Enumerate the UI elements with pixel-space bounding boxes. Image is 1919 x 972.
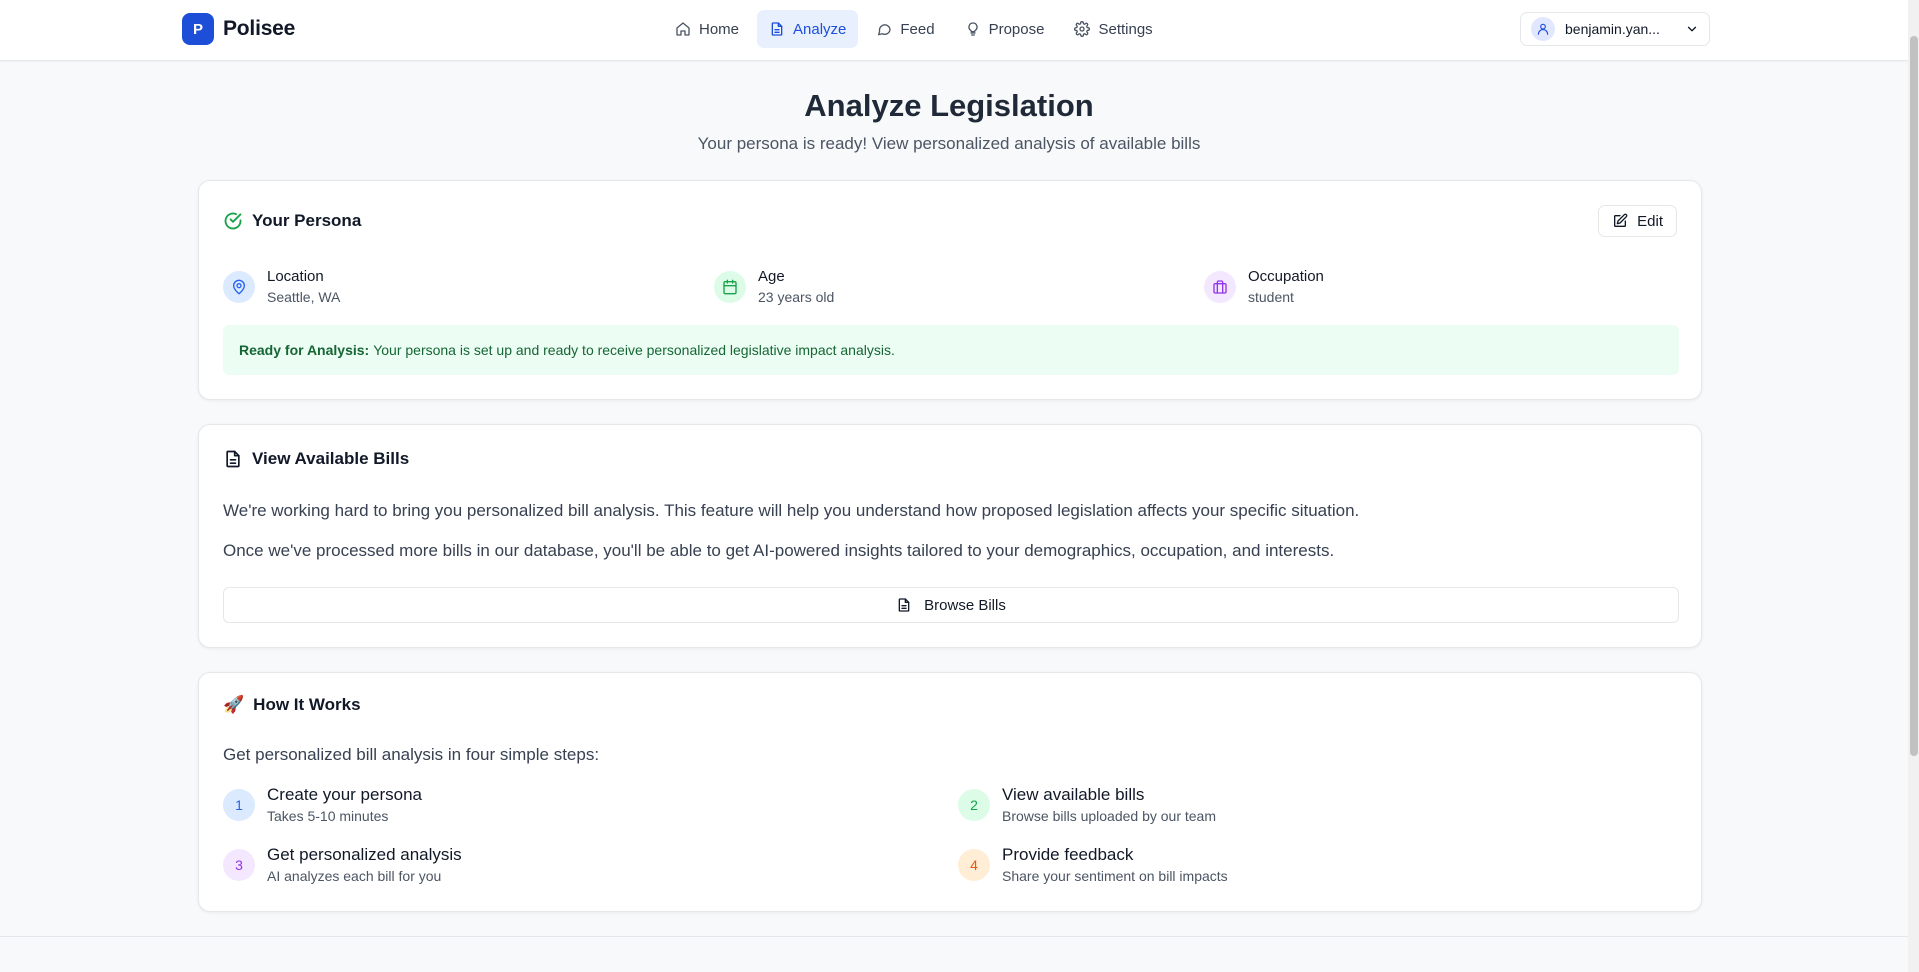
nav-label: Analyze <box>793 20 847 38</box>
lightbulb-icon <box>967 22 978 36</box>
page-title: Analyze Legislation <box>804 88 1094 123</box>
step-item: 1 Create your persona Takes 5-10 minutes <box>223 785 422 824</box>
step-title: Create your persona <box>267 785 422 804</box>
ready-label: Ready for Analysis: <box>239 342 370 358</box>
brand[interactable]: P Polisee <box>182 13 295 45</box>
message-icon <box>878 24 892 36</box>
step-item: 2 View available bills Browse bills uplo… <box>958 785 1216 824</box>
calendar-icon <box>723 279 737 294</box>
home-icon <box>676 22 690 36</box>
nav-item-settings[interactable]: Settings <box>1062 10 1164 48</box>
persona-title: Your Persona <box>252 211 362 230</box>
field-icon-wrap <box>714 270 746 303</box>
step-item: 4 Provide feedback Share your sentiment … <box>958 845 1228 884</box>
edit-label: Edit <box>1637 212 1663 230</box>
brand-logo: P <box>182 13 214 45</box>
footer-divider <box>0 936 1908 937</box>
nav-label: Propose <box>988 20 1045 38</box>
page-subtitle: Your persona is ready! View personalized… <box>697 134 1201 153</box>
nav-label: Feed <box>900 20 935 38</box>
document-icon <box>898 598 910 612</box>
step-number: 3 <box>223 849 255 881</box>
main-nav: Home Analyze Feed Propose Settings <box>663 10 1165 48</box>
bills-card: View Available Bills We're working hard … <box>198 424 1702 648</box>
step-title: Get personalized analysis <box>267 845 462 864</box>
step-desc: Browse bills uploaded by our team <box>1002 808 1217 824</box>
avatar <box>1531 17 1555 41</box>
field-value: Seattle, WA <box>267 289 341 305</box>
how-card-title: 🚀 How It Works <box>223 695 361 715</box>
how-it-works-card: 🚀 How It Works Get personalized bill ana… <box>198 672 1702 912</box>
how-title: How It Works <box>253 695 361 714</box>
bills-paragraph-2: Once we've processed more bills in our d… <box>223 541 1335 560</box>
persona-field-occupation: Occupation student <box>1204 268 1324 305</box>
top-navigation-bar: P Polisee Home Analyze Feed Propose Sett… <box>0 0 1908 61</box>
bills-paragraph-1: We're working hard to bring you personal… <box>223 501 1360 520</box>
field-value: student <box>1248 289 1294 305</box>
browse-label: Browse Bills <box>924 596 1006 614</box>
field-label: Occupation <box>1248 268 1324 285</box>
nav-label: Home <box>699 20 740 38</box>
nav-item-analyze[interactable]: Analyze <box>757 10 859 48</box>
persona-field-location: Location Seattle, WA <box>223 268 340 305</box>
bills-card-title: View Available Bills <box>223 449 409 469</box>
step-desc: Takes 5-10 minutes <box>267 808 389 824</box>
user-menu-button[interactable]: benjamin.yan... <box>1520 12 1710 46</box>
brand-name: Polisee <box>223 17 296 40</box>
chevron-down-icon <box>1687 26 1697 32</box>
nav-label: Settings <box>1098 20 1153 38</box>
user-name: benjamin.yan... <box>1565 21 1660 37</box>
step-title: Provide feedback <box>1002 845 1134 864</box>
step-number: 1 <box>223 789 255 821</box>
map-pin-icon <box>233 279 245 294</box>
step-desc: AI analyzes each bill for you <box>267 868 442 884</box>
user-icon <box>1537 23 1549 35</box>
step-item: 3 Get personalized analysis AI analyzes … <box>223 845 462 884</box>
nav-item-home[interactable]: Home <box>663 10 751 48</box>
edit-icon <box>1614 213 1628 227</box>
ready-text: Your persona is set up and ready to rece… <box>373 342 895 358</box>
step-number: 4 <box>958 849 990 881</box>
gear-icon <box>1074 21 1091 37</box>
browse-bills-button[interactable]: Browse Bills <box>223 587 1679 623</box>
check-circle-icon <box>224 212 242 230</box>
step-number: 2 <box>958 789 990 821</box>
field-icon-wrap <box>1204 270 1236 303</box>
persona-card-title: Your Persona <box>223 211 361 231</box>
step-desc: Share your sentiment on bill impacts <box>1002 868 1228 884</box>
nav-item-propose[interactable]: Propose <box>953 10 1057 48</box>
ready-banner: Ready for Analysis: Your persona is set … <box>223 325 1679 375</box>
field-value: 23 years old <box>758 289 835 305</box>
field-icon-wrap <box>223 270 255 303</box>
document-icon <box>771 22 783 36</box>
how-intro: Get personalized bill analysis in four s… <box>223 745 600 764</box>
briefcase-icon <box>1213 279 1227 294</box>
field-label: Age <box>758 268 785 285</box>
nav-item-feed[interactable]: Feed <box>864 10 946 48</box>
field-label: Location <box>267 268 324 285</box>
edit-persona-button[interactable]: Edit <box>1598 205 1677 237</box>
step-title: View available bills <box>1002 785 1145 804</box>
document-icon <box>226 450 240 468</box>
scrollbar-thumb[interactable] <box>1910 36 1918 756</box>
persona-field-age: Age 23 years old <box>714 268 834 305</box>
rocket-icon: 🚀 <box>223 695 245 714</box>
persona-card: Your Persona Edit Location Seattle, WA A… <box>198 180 1702 400</box>
bills-title: View Available Bills <box>252 449 410 468</box>
